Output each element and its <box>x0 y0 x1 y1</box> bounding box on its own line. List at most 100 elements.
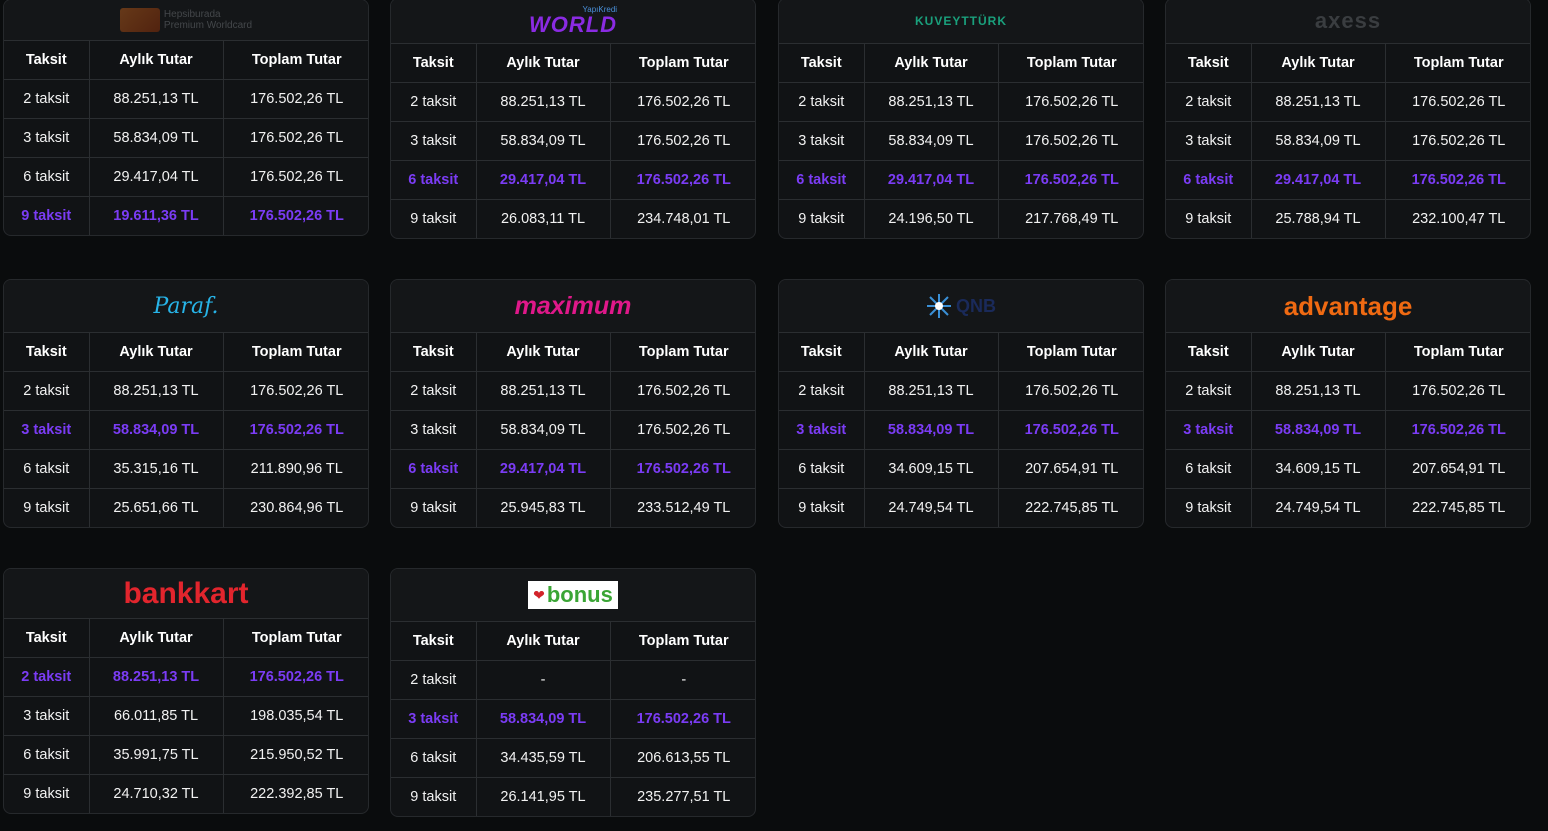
monthly-amount: 88.251,13 TL <box>1251 82 1386 122</box>
table-row-highlighted: 6 taksit 29.417,04 TL 176.502,26 TL <box>391 160 755 200</box>
table-row: 6 taksit 34.435,59 TL 206.613,55 TL <box>391 738 755 778</box>
installment-count: 2 taksit <box>1166 82 1252 122</box>
monthly-amount: 58.834,09 TL <box>864 410 999 450</box>
monthly-amount: 58.834,09 TL <box>1251 410 1386 450</box>
header-aylik-tutar: Aylık Tutar <box>89 333 224 372</box>
monthly-amount: 58.834,09 TL <box>89 410 224 450</box>
total-amount: 176.502,26 TL <box>610 160 755 200</box>
monthly-amount: 88.251,13 TL <box>89 657 224 697</box>
monthly-amount: 88.251,13 TL <box>89 371 224 411</box>
table-row: 3 taksit 58.834,09 TL 176.502,26 TL <box>391 410 755 450</box>
table-row-highlighted: 6 taksit 29.417,04 TL 176.502,26 TL <box>391 449 755 489</box>
table-header-row: Taksit Aylık Tutar Toplam Tutar <box>4 619 368 658</box>
total-amount: 176.502,26 TL <box>223 118 368 158</box>
header-aylik-tutar: Aylık Tutar <box>864 333 999 372</box>
monthly-amount: 26.083,11 TL <box>476 199 611 238</box>
bankkart-logo: bankkart <box>123 576 249 610</box>
monthly-amount: 58.834,09 TL <box>476 699 611 739</box>
monthly-amount: 88.251,13 TL <box>1251 371 1386 411</box>
table-row: 2 taksit 88.251,13 TL 176.502,26 TL <box>4 79 368 119</box>
table-row: 2 taksit 88.251,13 TL 176.502,26 TL <box>779 371 1143 411</box>
total-amount: 232.100,47 TL <box>1412 211 1506 227</box>
header-aylik-tutar: Aylık Tutar <box>1251 333 1386 372</box>
table-row: 2 taksit - - <box>391 660 755 700</box>
total-amount: 176.502,26 TL <box>223 157 368 197</box>
header-toplam-tutar: Toplam Tutar <box>223 619 368 658</box>
table-row-highlighted: 6 taksit 29.417,04 TL 176.502,26 TL <box>779 160 1143 200</box>
card-logo-row: maximum <box>391 280 755 333</box>
total-amount: 176.502,26 TL <box>223 371 368 411</box>
card-logo-row: axess <box>1166 0 1530 44</box>
total-amount: 176.502,26 TL <box>610 449 755 489</box>
installment-card-maximum: maximum Taksit Aylık Tutar Toplam Tutar … <box>390 279 756 528</box>
table-row: 9 taksit 25.651,66 TL 230.864,96 TL <box>4 488 368 527</box>
header-taksit: Taksit <box>779 333 865 372</box>
installment-count: 2 taksit <box>391 371 477 411</box>
table-row: 9 taksit 24.749,54 TL 222.745,85 TL <box>1166 488 1530 527</box>
total-amount: 176.502,26 TL <box>998 82 1143 122</box>
kuveyt-turk-logo: KUVEYTTÜRK <box>914 14 1007 28</box>
installment-card-bankkart: bankkart Taksit Aylık Tutar Toplam Tutar… <box>3 568 369 814</box>
header-taksit: Taksit <box>1166 44 1252 83</box>
table-row-highlighted: 3 taksit 58.834,09 TL 176.502,26 TL <box>4 410 368 450</box>
installment-count: 2 taksit <box>4 657 90 697</box>
installment-card-world: YapıKredi WORLD Taksit Aylık Tutar Topla… <box>390 0 756 239</box>
installment-count: 6 taksit <box>4 449 90 489</box>
table-header-row: Taksit Aylık Tutar Toplam Tutar <box>391 333 755 372</box>
monthly-amount: 88.251,13 TL <box>476 82 611 122</box>
card-logo-row: YapıKredi WORLD <box>391 0 755 44</box>
installment-count: 6 taksit <box>391 160 477 200</box>
monthly-amount: 34.609,15 TL <box>864 449 999 489</box>
installment-count: 9 taksit <box>4 196 90 235</box>
header-toplam-tutar: Toplam Tutar <box>610 44 755 83</box>
table-row: 9 taksit 26.141,95 TL 235.277,51 TL <box>391 777 755 816</box>
installment-table: Taksit Aylık Tutar Toplam Tutar 2 taksit… <box>391 44 755 238</box>
total-amount: 176.502,26 TL <box>610 410 755 450</box>
total-amount: 230.864,96 TL <box>250 500 344 516</box>
installment-count: 3 taksit <box>779 410 865 450</box>
installment-count: 6 taksit <box>1166 449 1252 489</box>
monthly-amount: 24.196,50 TL <box>864 199 999 238</box>
installment-count: 6 taksit <box>779 160 865 200</box>
total-amount: 176.502,26 TL <box>1385 410 1530 450</box>
installment-count: 6 taksit <box>4 735 90 775</box>
monthly-amount: 88.251,13 TL <box>864 82 999 122</box>
qnb-star-icon <box>927 294 951 318</box>
header-aylik-tutar: Aylık Tutar <box>476 44 611 83</box>
table-header-row: Taksit Aylık Tutar Toplam Tutar <box>779 44 1143 83</box>
installment-count: 2 taksit <box>779 82 865 122</box>
hepsiburada-premium-worldcard-logo: Hepsiburada Premium Worldcard <box>119 8 252 32</box>
heart-icon: ❤ <box>533 586 545 603</box>
monthly-amount: - <box>476 660 611 700</box>
total-amount: 176.502,26 TL <box>1385 371 1530 411</box>
installment-card-qnb: QNB Taksit Aylık Tutar Toplam Tutar 2 ta… <box>778 279 1144 528</box>
installment-count: 3 taksit <box>1166 410 1252 450</box>
table-row-highlighted: 2 taksit 88.251,13 TL 176.502,26 TL <box>4 657 368 697</box>
monthly-amount: 58.834,09 TL <box>476 410 611 450</box>
total-amount: 215.950,52 TL <box>223 735 368 775</box>
installment-count: 3 taksit <box>4 696 90 736</box>
total-amount: 176.502,26 TL <box>998 371 1143 411</box>
header-toplam-tutar: Toplam Tutar <box>223 41 368 80</box>
advantage-logo: advantage <box>1283 290 1413 321</box>
total-amount: 176.502,26 TL <box>998 121 1143 161</box>
total-amount: 207.654,91 TL <box>998 449 1143 489</box>
monthly-amount: 58.834,09 TL <box>1251 121 1386 161</box>
total-amount: 222.745,85 TL <box>1412 500 1506 516</box>
total-amount: 207.654,91 TL <box>1385 449 1530 489</box>
monthly-amount: 34.435,59 TL <box>476 738 611 778</box>
qnb-logo: QNB <box>926 293 996 319</box>
installment-count: 3 taksit <box>391 121 477 161</box>
header-toplam-tutar: Toplam Tutar <box>998 333 1143 372</box>
header-taksit: Taksit <box>391 333 477 372</box>
header-toplam-tutar: Toplam Tutar <box>1385 333 1530 372</box>
installment-table: Taksit Aylık Tutar Toplam Tutar 2 taksit… <box>1166 333 1530 527</box>
monthly-amount: 35.991,75 TL <box>89 735 224 775</box>
card-logo-row: Paraf. <box>4 280 368 333</box>
bonus-text: bonus <box>546 582 613 607</box>
installment-count: 9 taksit <box>4 488 90 527</box>
monthly-amount: 29.417,04 TL <box>1251 160 1386 200</box>
total-amount: 235.277,51 TL <box>637 789 731 805</box>
installment-count: 3 taksit <box>391 699 477 739</box>
header-taksit: Taksit <box>4 619 90 658</box>
